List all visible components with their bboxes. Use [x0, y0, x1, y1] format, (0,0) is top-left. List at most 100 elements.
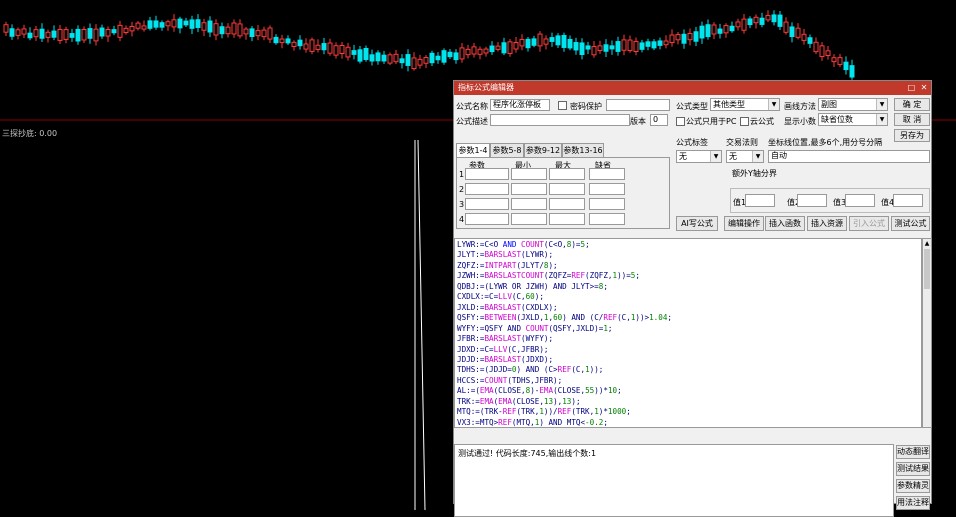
code-line[interactable]: JDXD:=C=LLV(C,JFBR);: [457, 345, 919, 355]
formula-type-value: 其他类型: [713, 100, 745, 109]
code-token: TRK: [457, 396, 471, 406]
code-token: ;: [635, 271, 640, 281]
code-token: EMA: [498, 396, 512, 406]
axis-position-input[interactable]: 自动: [768, 150, 930, 163]
cancel-button[interactable]: 取 消: [894, 113, 930, 126]
sep-input-4[interactable]: [893, 194, 923, 207]
formula-tag-select[interactable]: 无 ▼: [676, 150, 722, 163]
code-token: BARSLASTCOUNT: [484, 271, 544, 281]
tab-params-9-12[interactable]: 参数9-12: [524, 143, 562, 157]
code-scrollbar[interactable]: ▲: [922, 238, 932, 428]
code-line[interactable]: JXLD:=BARSLAST(CXDLX);: [457, 303, 919, 313]
code-line[interactable]: JFBR:=BARSLAST(WYFY);: [457, 334, 919, 344]
sep-input-3[interactable]: [845, 194, 875, 207]
cloud-checkbox[interactable]: [740, 117, 749, 126]
candle-body: [735, 21, 741, 28]
insert-resource-button[interactable]: 插入资源: [807, 216, 847, 231]
param-name-input[interactable]: [465, 183, 509, 195]
param-name-input[interactable]: [465, 168, 509, 180]
code-token: REF: [603, 313, 618, 323]
tab-params-5-8[interactable]: 参数5-8: [490, 143, 524, 157]
code-line[interactable]: QSFY:=BETWEEN(JXLD,1,60) AND (C/REF(C,1)…: [457, 313, 919, 323]
scroll-thumb[interactable]: [924, 249, 930, 289]
candle-body: [363, 47, 369, 60]
param-min-input[interactable]: [511, 198, 547, 210]
code-token: ;: [607, 323, 613, 333]
code-line[interactable]: CXDLX:=C=LLV(C,60);: [457, 292, 919, 302]
code-line[interactable]: TRK:=EMA(EMA(CLOSE,13),13);: [457, 397, 919, 407]
candle-body: [207, 20, 213, 33]
candle-body: [633, 40, 639, 53]
code-token: COUNT: [525, 323, 549, 333]
param-default-input[interactable]: [589, 168, 625, 180]
code-line[interactable]: JZWH:=BARSLASTCOUNT(ZQFZ=REF(ZQFZ,1))=5;: [457, 271, 919, 281]
decimals-select[interactable]: 缺省位数 ▼: [818, 113, 888, 126]
test-result-button[interactable]: 测试结果: [896, 462, 930, 476]
candle-body: [471, 46, 477, 55]
version-input[interactable]: 0: [650, 114, 668, 126]
candle-body: [201, 22, 207, 31]
param-min-input[interactable]: [511, 213, 547, 225]
formula-type-select[interactable]: 其他类型 ▼: [710, 98, 780, 111]
code-token: ))>: [635, 313, 650, 323]
tab-params-13-16[interactable]: 参数13-16: [562, 143, 604, 157]
param-max-input[interactable]: [549, 183, 585, 195]
candle-body: [627, 39, 633, 52]
save-as-button[interactable]: 另存为: [894, 129, 930, 142]
code-line[interactable]: AL:=(EMA(CLOSE,8)-EMA(CLOSE,55))*10;: [457, 386, 919, 396]
sep-input-1[interactable]: [745, 194, 775, 207]
param-max-input[interactable]: [549, 198, 585, 210]
minimize-icon[interactable]: □: [906, 81, 916, 95]
scroll-up-icon[interactable]: ▲: [923, 239, 931, 248]
close-icon[interactable]: ✕: [919, 81, 929, 95]
param-default-input[interactable]: [589, 198, 625, 210]
dynamic-translate-button[interactable]: 动态翻译: [896, 445, 930, 459]
test-result-output: 测试通过! 代码长度:745,输出线个数:1: [454, 444, 894, 517]
edit-operation-button[interactable]: 编辑操作: [724, 216, 764, 231]
dialog-titlebar[interactable]: 指标公式编辑器 □ ✕: [454, 81, 931, 95]
formula-name-input[interactable]: 程序化涨停板: [490, 99, 550, 111]
param-max-input[interactable]: [549, 213, 585, 225]
param-name-input[interactable]: [465, 198, 509, 210]
usage-notes-button[interactable]: 用法注释: [896, 496, 930, 510]
code-line[interactable]: JLYT:=BARSLAST(LYWR);: [457, 250, 919, 260]
password-input[interactable]: [606, 99, 670, 111]
code-line[interactable]: VX3:=MTQ>REF(MTQ,1) AND MTQ<-0.2;: [457, 417, 919, 427]
param-min-input[interactable]: [511, 183, 547, 195]
ai-write-button[interactable]: AI写公式: [676, 216, 718, 231]
code-line[interactable]: TDHS:=(JDJD=0) AND (C>REF(C,1));: [457, 365, 919, 375]
import-formula-button[interactable]: 引入公式: [849, 216, 889, 231]
formula-desc-input[interactable]: [490, 114, 630, 126]
param-default-input[interactable]: [589, 213, 625, 225]
candle-body: [159, 22, 165, 28]
code-line[interactable]: LYWR:=C<O AND COUNT(C<O,8)=5;: [457, 240, 919, 250]
draw-method-select[interactable]: 副图 ▼: [818, 98, 888, 111]
params-panel: 参数 最小 最大 缺省 1 2 3 4: [456, 157, 670, 229]
candle-body: [177, 18, 183, 29]
candle-body: [777, 14, 783, 27]
code-line[interactable]: ZQFZ:=INTPART(JLYT/8);: [457, 261, 919, 271]
param-min-input[interactable]: [511, 168, 547, 180]
code-token: (CLOSE,: [493, 386, 526, 396]
tab-params-1-4[interactable]: 参数1-4: [456, 143, 490, 157]
code-line[interactable]: WYFY:=QSFY AND COUNT(QSFY,JXLD)=1;: [457, 324, 919, 334]
code-line[interactable]: HCCS:=COUNT(TDHS,JFBR);: [457, 376, 919, 386]
param-default-input[interactable]: [589, 183, 625, 195]
test-formula-button[interactable]: 测试公式: [891, 216, 930, 231]
param-max-input[interactable]: [549, 168, 585, 180]
sep-input-2[interactable]: [797, 194, 827, 207]
code-line[interactable]: MTQ:=(TRK-REF(TRK,1))/REF(TRK,1)*1000;: [457, 407, 919, 417]
candle-body: [357, 49, 363, 62]
pc-only-checkbox[interactable]: [676, 117, 685, 126]
pc-only-label: 公式只用于PC: [686, 117, 737, 126]
insert-function-button[interactable]: 插入函数: [765, 216, 805, 231]
password-checkbox[interactable]: [558, 101, 567, 110]
code-token: VX3: [457, 417, 471, 427]
ok-button[interactable]: 确 定: [894, 98, 930, 111]
code-line[interactable]: JDJD:=BARSLAST(JDXD);: [457, 355, 919, 365]
param-wizard-button[interactable]: 参数精灵: [896, 479, 930, 493]
formula-code-editor[interactable]: LYWR:=C<O AND COUNT(C<O,8)=5; JLYT:=BARSL…: [454, 238, 922, 428]
trade-rule-select[interactable]: 无 ▼: [726, 150, 764, 163]
param-name-input[interactable]: [465, 213, 509, 225]
code-line[interactable]: QDBJ:=(LYWR OR JZWH) AND JLYT>=8;: [457, 282, 919, 292]
